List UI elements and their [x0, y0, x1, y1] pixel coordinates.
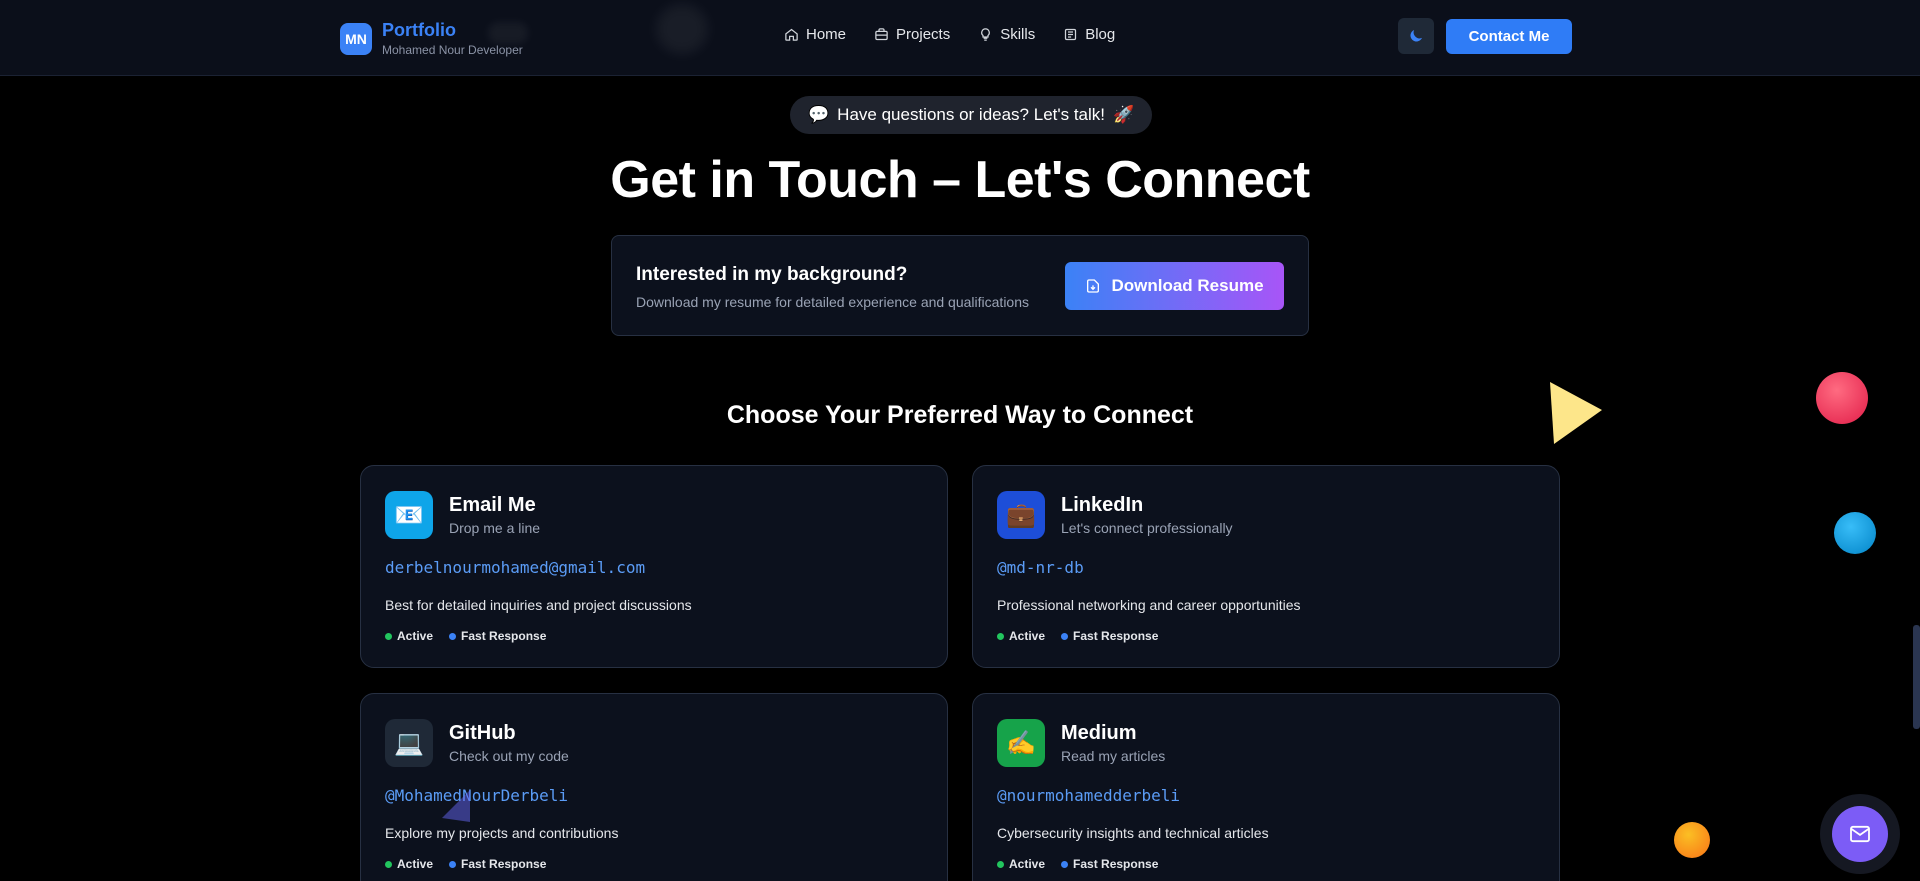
orange-circle-decoration — [1674, 822, 1710, 858]
status-badge-active: Active — [385, 629, 433, 643]
laptop-icon: 💻 — [385, 719, 433, 767]
speech-bubble-icon: 💬 — [808, 105, 830, 124]
fast-dot-icon — [449, 632, 457, 640]
nav-projects[interactable]: Projects — [874, 26, 950, 43]
download-resume-button[interactable]: Download Resume — [1065, 262, 1284, 310]
newspaper-icon — [1065, 28, 1077, 41]
card-tagline: Check out my code — [449, 748, 569, 764]
purple-triangle-decoration — [442, 790, 470, 822]
card-handle[interactable]: @md-nr-db — [997, 558, 1084, 577]
briefcase-icon: 💼 — [997, 491, 1045, 539]
active-dot-icon — [385, 632, 392, 640]
card-tagline: Let's connect professionally — [1061, 520, 1233, 536]
status-badge-active: Active — [997, 857, 1045, 871]
badge-label: Active — [397, 857, 434, 871]
main-nav: Home Projects Skills Blog — [784, 26, 1115, 43]
fast-dot-icon — [449, 860, 457, 868]
card-description: Best for detailed inquiries and project … — [385, 597, 692, 613]
download-resume-label: Download Resume — [1111, 276, 1264, 295]
badge-label: Fast Response — [1073, 857, 1159, 871]
brand-subtitle: Mohamed Nour Developer — [382, 43, 523, 57]
email-icon: 📧 — [385, 491, 433, 539]
nav-home-label: Home — [806, 26, 847, 43]
status-badge-active: Active — [997, 629, 1045, 643]
brand-title: Portfolio — [382, 20, 456, 40]
card-badges: Active Fast Response — [997, 629, 1158, 643]
nav-home[interactable]: Home — [784, 26, 846, 43]
red-circle-decoration — [1816, 372, 1868, 424]
card-description: Professional networking and career oppor… — [997, 597, 1301, 613]
card-tagline: Drop me a line — [449, 520, 541, 536]
file-download-icon — [1087, 279, 1100, 293]
status-badge-fast: Fast Response — [449, 629, 546, 643]
briefcase-icon — [875, 28, 888, 41]
fast-dot-icon — [1061, 860, 1069, 868]
page-title: Get in Touch – Let's Connect — [610, 151, 1310, 209]
talk-pill-text: Have questions or ideas? Let's talk! — [837, 105, 1106, 124]
card-badges: Active Fast Response — [997, 857, 1158, 871]
card-title: GitHub — [449, 722, 516, 744]
resume-subtitle: Download my resume for detailed experien… — [636, 294, 1029, 310]
badge-label: Active — [1009, 629, 1046, 643]
lightbulb-icon — [981, 28, 991, 41]
card-handle[interactable]: @nourmohamedderbeli — [997, 786, 1180, 805]
talk-pill: 💬 Have questions or ideas? Let's talk! 🚀 — [790, 96, 1153, 134]
status-badge-fast: Fast Response — [1061, 629, 1158, 643]
floating-mail-button[interactable] — [1832, 806, 1888, 862]
top-navbar: MN Portfolio Mohamed Nour Developer Home… — [0, 0, 1920, 76]
status-badge-fast: Fast Response — [449, 857, 546, 871]
status-badge-active: Active — [385, 857, 433, 871]
moon-icon — [1410, 30, 1422, 42]
nav-blog[interactable]: Blog — [1063, 26, 1115, 43]
badge-label: Fast Response — [1073, 629, 1159, 643]
fast-dot-icon — [1061, 632, 1069, 640]
contact-card-medium[interactable]: ✍️ Medium Read my articles @nourmohamedd… — [972, 693, 1560, 881]
yellow-triangle-decoration — [1550, 382, 1602, 444]
rocket-icon: 🚀 — [1113, 105, 1135, 124]
card-badges: Active Fast Response — [385, 629, 546, 643]
active-dot-icon — [385, 860, 392, 868]
nav-blog-label: Blog — [1085, 26, 1116, 43]
card-description: Explore my projects and contributions — [385, 825, 619, 841]
card-description: Cybersecurity insights and technical art… — [997, 825, 1269, 841]
brand-logo: MN — [340, 23, 372, 55]
active-dot-icon — [997, 860, 1004, 868]
nav-skills[interactable]: Skills — [978, 26, 1035, 43]
card-handle[interactable]: @MohamedNourDerbeli — [385, 786, 568, 805]
blue-circle-decoration — [1834, 512, 1876, 554]
home-icon — [785, 28, 798, 41]
contact-card-github[interactable]: 💻 GitHub Check out my code @MohamedNourD… — [360, 693, 948, 881]
pen-writing-icon: ✍️ — [997, 719, 1045, 767]
status-badge-fast: Fast Response — [1061, 857, 1158, 871]
decorative-blur — [656, 4, 708, 54]
card-title: Medium — [1061, 722, 1137, 744]
card-handle[interactable]: derbelnourmohamed@gmail.com — [385, 558, 645, 577]
card-title: Email Me — [449, 494, 536, 516]
card-tagline: Read my articles — [1061, 748, 1166, 764]
section-title: Choose Your Preferred Way to Connect — [726, 401, 1194, 429]
contact-card-email[interactable]: 📧 Email Me Drop me a line derbelnourmoha… — [360, 465, 948, 668]
nav-skills-label: Skills — [1000, 26, 1036, 43]
badge-label: Fast Response — [461, 629, 547, 643]
active-dot-icon — [997, 632, 1004, 640]
brand-link[interactable]: MN Portfolio Mohamed Nour Developer — [340, 20, 523, 58]
resume-title: Interested in my background? — [636, 264, 908, 285]
resume-card: Interested in my background? Download my… — [611, 235, 1309, 336]
mail-icon — [1850, 825, 1870, 843]
card-title: LinkedIn — [1061, 494, 1144, 516]
contact-card-linkedin[interactable]: 💼 LinkedIn Let's connect professionally … — [972, 465, 1560, 668]
theme-toggle-button[interactable] — [1398, 18, 1434, 54]
scrollbar-thumb[interactable] — [1913, 625, 1920, 729]
card-badges: Active Fast Response — [385, 857, 546, 871]
badge-label: Active — [1009, 857, 1046, 871]
badge-label: Active — [397, 629, 434, 643]
contact-me-button[interactable]: Contact Me — [1446, 19, 1572, 54]
nav-projects-label: Projects — [896, 26, 951, 43]
badge-label: Fast Response — [461, 857, 547, 871]
